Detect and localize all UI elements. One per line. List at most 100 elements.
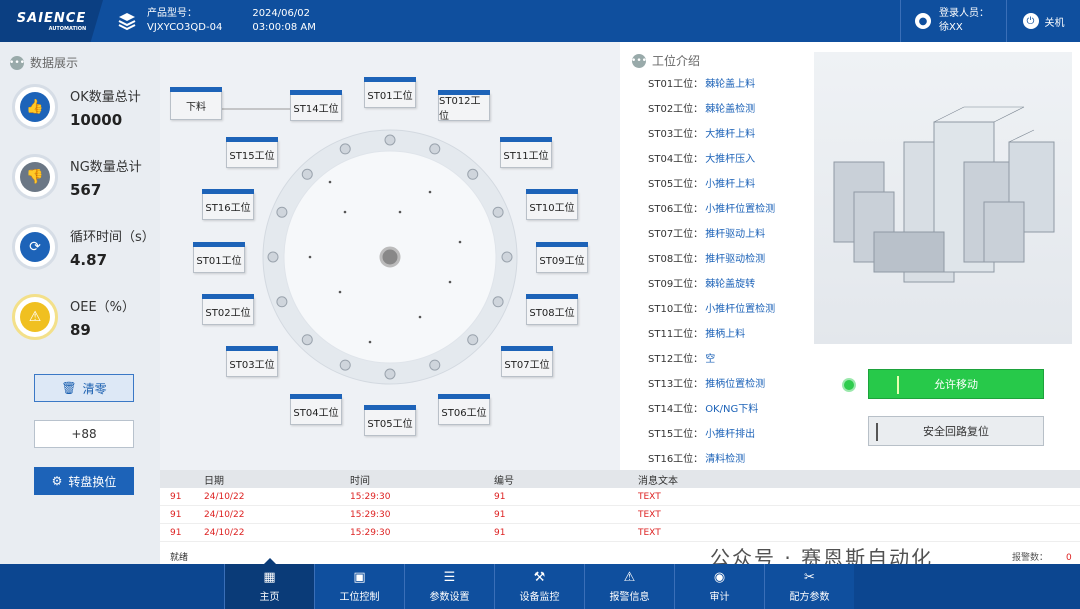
stat-label: NG数量总计 bbox=[70, 159, 142, 175]
station-list-value: 推柄上料 bbox=[705, 329, 746, 340]
stat-ok-total: 👍 OK数量总计 10000 bbox=[12, 84, 141, 130]
nav-item-3[interactable]: ⚒ 设备监控 bbox=[494, 564, 584, 609]
station-intro-title: ••• 工位介绍 bbox=[631, 53, 701, 68]
clear-button-label: 清零 bbox=[82, 381, 107, 396]
station-st08[interactable]: ST08工位 bbox=[526, 294, 578, 325]
bolt-mark bbox=[276, 206, 288, 218]
station-list-item: ST14工位： OK/NG下料 bbox=[648, 397, 775, 422]
table-cell: 91 bbox=[170, 527, 182, 538]
power-off-button[interactable]: ⏻ 关机 bbox=[1006, 0, 1080, 42]
station-st05[interactable]: ST05工位 bbox=[364, 405, 416, 436]
tools-icon: ✂ bbox=[804, 570, 815, 585]
nav-item-2[interactable]: ☰ 参数设置 bbox=[404, 564, 494, 609]
layers-icon bbox=[118, 13, 136, 31]
station-list-value: 小推杆上料 bbox=[705, 179, 756, 190]
table-cell: TEXT bbox=[638, 491, 661, 502]
nav-item-0[interactable]: ▦ 主页 bbox=[224, 558, 314, 609]
nav-item-5[interactable]: ◉ 审计 bbox=[674, 564, 764, 609]
station-list-item: ST12工位：空 bbox=[648, 347, 775, 372]
surface-mark bbox=[428, 190, 432, 194]
safety-reset-button[interactable]: 安全回路复位 bbox=[868, 416, 1044, 446]
station-list-item: ST02工位： 棘轮盖检测 bbox=[648, 97, 775, 122]
product-info: 产品型号： VJXYCO3QD-04 2024/06/02 03:00:08 A… bbox=[117, 7, 316, 35]
bolt-mark bbox=[429, 359, 441, 371]
station-st09[interactable]: ST09工位 bbox=[536, 242, 588, 273]
nav-label: 审计 bbox=[709, 592, 730, 603]
stat-cycle-time: ⟳ 循环时间（s） 4.87 bbox=[12, 224, 155, 270]
surface-mark bbox=[418, 315, 422, 319]
station-list-value: 推杆驱动检测 bbox=[705, 254, 766, 265]
station-st01-left[interactable]: ST01工位 bbox=[193, 242, 245, 273]
status-text: 就绪 bbox=[170, 553, 189, 563]
power-label: 关机 bbox=[1044, 17, 1065, 29]
station-list-label: ST08工位： bbox=[648, 254, 704, 265]
unload-station[interactable]: 下料 bbox=[170, 87, 222, 120]
station-st10[interactable]: ST10工位 bbox=[526, 189, 578, 220]
surface-mark bbox=[458, 240, 462, 244]
monitor-icon: ▣ bbox=[353, 570, 366, 585]
surface-mark bbox=[398, 210, 402, 214]
table-cell: 24/10/22 bbox=[204, 491, 245, 502]
station-st06[interactable]: ST06工位 bbox=[438, 394, 490, 425]
bolt-mark bbox=[467, 168, 479, 180]
station-list-value: 推杆驱动上料 bbox=[705, 229, 766, 240]
bolt-mark bbox=[339, 359, 351, 371]
login-user[interactable]: ● 登录人员： 徐XX bbox=[900, 0, 1006, 42]
allow-move-button[interactable]: 允许移动 bbox=[868, 369, 1044, 399]
user-icon: ● bbox=[915, 13, 931, 29]
bottom-nav: ▦ 主页 ▣ 工位控制 ☰ 参数设置 ⚒ 设备监控 ⚠ 报警信息 ◉ 审计 ✂ 配方参数 bbox=[0, 558, 1080, 609]
table-row[interactable]: 91 24/10/22 15:29:30 91 TEXT bbox=[160, 506, 1080, 524]
table-cell: TEXT bbox=[638, 509, 661, 520]
station-st15[interactable]: ST15工位 bbox=[226, 137, 278, 168]
surface-mark bbox=[328, 180, 332, 184]
nav-item-4[interactable]: ⚠ 报警信息 bbox=[584, 564, 674, 609]
refresh-icon: ⟳ bbox=[20, 232, 50, 262]
table-cell: 24/10/22 bbox=[204, 509, 245, 520]
bolt-mark bbox=[467, 334, 479, 346]
table-row[interactable]: 91 24/10/22 15:29:30 91 TEXT bbox=[160, 488, 1080, 506]
nav-item-6[interactable]: ✂ 配方参数 bbox=[764, 564, 854, 609]
table-cell: 24/10/22 bbox=[204, 527, 245, 538]
table-cell: 15:29:30 bbox=[350, 509, 391, 520]
station-list-value: 棘轮盖旋转 bbox=[705, 279, 756, 290]
stat-label: 循环时间（s） bbox=[70, 229, 155, 245]
station-st14[interactable]: ST14工位 bbox=[290, 90, 342, 121]
table-row[interactable]: 91 24/10/22 15:29:30 91 TEXT bbox=[160, 524, 1080, 542]
station-list-value: 棘轮盖检测 bbox=[705, 104, 756, 115]
station-list-label: ST02工位： bbox=[648, 104, 704, 115]
station-list-value: 小推杆位置检测 bbox=[705, 204, 776, 215]
station-st01-top[interactable]: ST01工位 bbox=[364, 77, 416, 108]
data-panel-title: ••• 数据展示 bbox=[9, 55, 79, 70]
counter-input[interactable]: +88 bbox=[34, 420, 134, 448]
current-time: 03:00:08 AM bbox=[252, 22, 316, 33]
bolt-mark bbox=[384, 134, 396, 146]
stat-value: 10000 bbox=[70, 110, 123, 129]
station-st11[interactable]: ST11工位 bbox=[500, 137, 552, 168]
nav-item-1[interactable]: ▣ 工位控制 bbox=[314, 564, 404, 609]
status-indicator-led bbox=[842, 378, 856, 392]
clear-button[interactable]: 🗑 清零 bbox=[34, 374, 134, 402]
station-st07[interactable]: ST07工位 bbox=[501, 346, 553, 377]
header-time: 时间 bbox=[350, 475, 370, 487]
station-list-item: ST16工位： 清料检测 bbox=[648, 447, 775, 472]
current-date: 2024/06/02 bbox=[252, 8, 310, 19]
rotate-turntable-button[interactable]: ⚙ 转盘换位 bbox=[34, 467, 134, 495]
station-st012[interactable]: ST012工位 bbox=[438, 90, 490, 122]
table-cell: TEXT bbox=[638, 527, 661, 538]
product-label: 产品型号： bbox=[147, 8, 197, 19]
station-st16[interactable]: ST16工位 bbox=[202, 189, 254, 220]
station-list-label: ST12工位： bbox=[648, 354, 704, 365]
nav-label: 参数设置 bbox=[429, 592, 470, 603]
safety-reset-label: 安全回路复位 bbox=[923, 425, 989, 438]
station-st04[interactable]: ST04工位 bbox=[290, 394, 342, 425]
station-list-label: ST16工位： bbox=[648, 454, 704, 465]
alarm-icon: ⚠ bbox=[623, 570, 636, 585]
stat-label: OEE（%） bbox=[70, 299, 136, 315]
station-st03[interactable]: ST03工位 bbox=[226, 346, 278, 377]
robot-arm-icon: ⚒ bbox=[533, 570, 546, 585]
power-icon: ⏻ bbox=[1022, 13, 1039, 29]
bolt-mark bbox=[429, 143, 441, 155]
table-cell: 91 bbox=[170, 491, 182, 502]
header-date: 日期 bbox=[204, 475, 224, 487]
station-st02[interactable]: ST02工位 bbox=[202, 294, 254, 325]
